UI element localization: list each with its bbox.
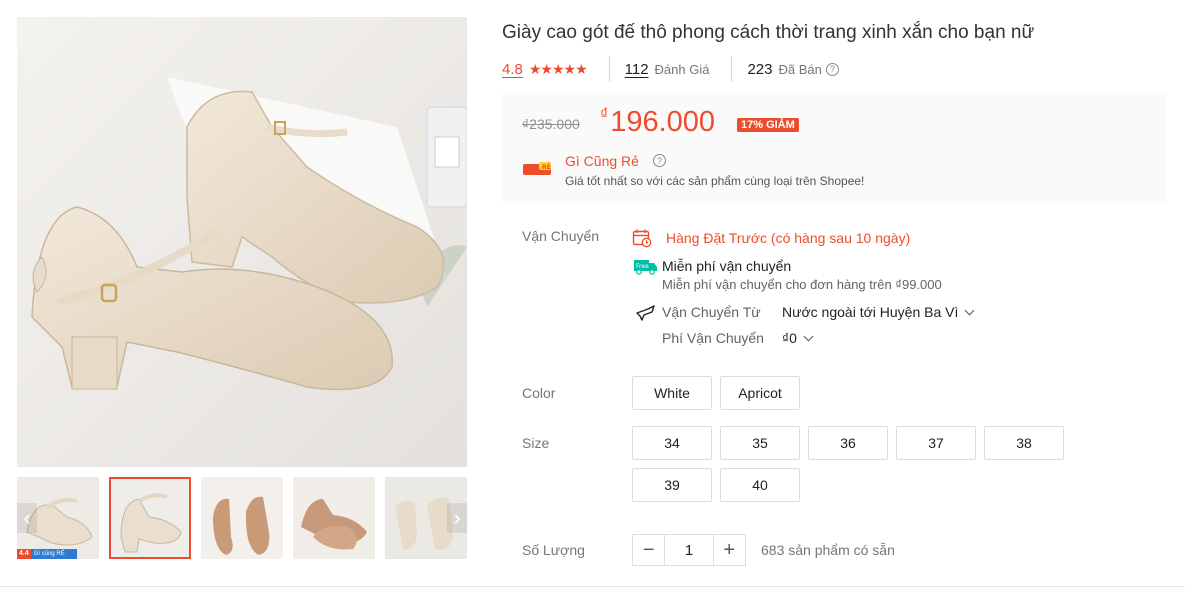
- color-option-white[interactable]: White: [632, 376, 712, 410]
- svg-text:RẺ: RẺ: [542, 163, 551, 171]
- rating-value[interactable]: 4.8: [502, 61, 523, 78]
- size-option-37[interactable]: 37: [896, 426, 976, 460]
- ship-from-label: Vận Chuyển Từ: [662, 304, 761, 320]
- cheap-deal-logo-icon: RẺ: [523, 162, 551, 175]
- svg-text:Free: Free: [636, 263, 649, 270]
- size-option-34[interactable]: 34: [632, 426, 712, 460]
- quantity-label: Số Lượng: [522, 542, 585, 558]
- thumbnail-4[interactable]: [293, 477, 375, 559]
- reviews-count[interactable]: 112: [625, 61, 649, 78]
- preorder-notice: Hàng Đặt Trước (có hàng sau 10 ngày): [666, 230, 911, 246]
- promo-badge: 4.4 Gì cũng RẺ: [17, 549, 77, 559]
- promo-description: Giá tốt nhất so với các sản phẩm cùng lo…: [565, 174, 865, 188]
- rating-stars-icon: ★★★★★: [528, 60, 588, 77]
- shipping-fee-dropdown[interactable]: ₫0: [782, 330, 814, 346]
- shoe-photo: [17, 17, 467, 467]
- quantity-plus-button[interactable]: +: [714, 535, 745, 565]
- size-label: Size: [522, 435, 550, 451]
- size-option-39[interactable]: 39: [632, 468, 712, 502]
- thumbnail-strip: 4.4 Gì cũng RẺ ‹ ›: [17, 477, 467, 559]
- promo-title[interactable]: Gì Cũng Rẻ: [565, 153, 639, 169]
- shipping-label: Vận Chuyển: [522, 228, 600, 244]
- original-price: ₫235.000: [522, 116, 580, 132]
- current-price: ₫196.000: [600, 106, 715, 139]
- ship-from-value: Nước ngoài tới Huyện Ba Vì: [782, 304, 959, 320]
- chevron-down-icon: [803, 331, 814, 342]
- product-page: 4.4 Gì cũng RẺ ‹ › Giày cao gót đế thô p…: [0, 0, 1185, 591]
- stock-available: 683 sản phẩm có sẵn: [761, 542, 895, 558]
- size-option-36[interactable]: 36: [808, 426, 888, 460]
- current-price-value: 196.000: [610, 106, 716, 138]
- price-section: ₫235.000 ₫196.000 17% GIẢM RẺ Gì Cũng Rẻ…: [502, 92, 1167, 203]
- quantity-minus-button[interactable]: −: [633, 535, 664, 565]
- free-shipping-title: Miễn phí vận chuyển: [662, 258, 792, 274]
- free-shipping-description: Miễn phí vận chuyển cho đơn hàng trên ₫9…: [662, 277, 942, 292]
- reviews-label: Đánh Giá: [654, 61, 710, 77]
- divider: [731, 56, 733, 82]
- divider: [608, 56, 610, 82]
- badge-rating: 4.4: [17, 549, 31, 559]
- ship-from-dropdown[interactable]: Nước ngoài tới Huyện Ba Vì: [782, 304, 975, 320]
- product-title: Giày cao gót đế thô phong cách thời tran…: [502, 22, 1035, 43]
- truck-delivery-icon: [636, 305, 655, 321]
- color-label: Color: [522, 385, 556, 401]
- product-stats: 4.8 ★★★★★ 112 Đánh Giá 223 Đã Bán ?: [502, 56, 839, 82]
- free-shipping-truck-icon: Free: [634, 260, 657, 275]
- chevron-down-icon: [964, 305, 975, 316]
- promo-help-icon[interactable]: ?: [653, 154, 666, 167]
- product-main-image[interactable]: [17, 17, 467, 467]
- thumbnail-2[interactable]: [109, 477, 191, 559]
- thumbnail-next-arrow[interactable]: ›: [447, 503, 467, 533]
- currency-symbol: ₫: [600, 106, 609, 123]
- discount-badge: 17% GIẢM: [737, 118, 799, 132]
- shipping-fee-label: Phí Vận Chuyển: [662, 330, 764, 346]
- quantity-stepper: − 1 +: [632, 534, 746, 566]
- thumbnail-prev-arrow[interactable]: ‹: [17, 503, 37, 533]
- divider: [0, 586, 1185, 587]
- color-option-apricot[interactable]: Apricot: [720, 376, 800, 410]
- shipping-fee-value: ₫0: [782, 330, 797, 346]
- sold-count: 223: [747, 60, 773, 78]
- size-option-38[interactable]: 38: [984, 426, 1064, 460]
- thumbnail-3[interactable]: [201, 477, 283, 559]
- size-option-40[interactable]: 40: [720, 468, 800, 502]
- size-option-35[interactable]: 35: [720, 426, 800, 460]
- badge-promo: Gì cũng RẺ: [33, 551, 65, 557]
- quantity-input[interactable]: 1: [664, 535, 714, 565]
- sold-label: Đã Bán: [778, 61, 822, 77]
- calendar-clock-icon: [632, 229, 652, 248]
- help-icon[interactable]: ?: [825, 62, 839, 76]
